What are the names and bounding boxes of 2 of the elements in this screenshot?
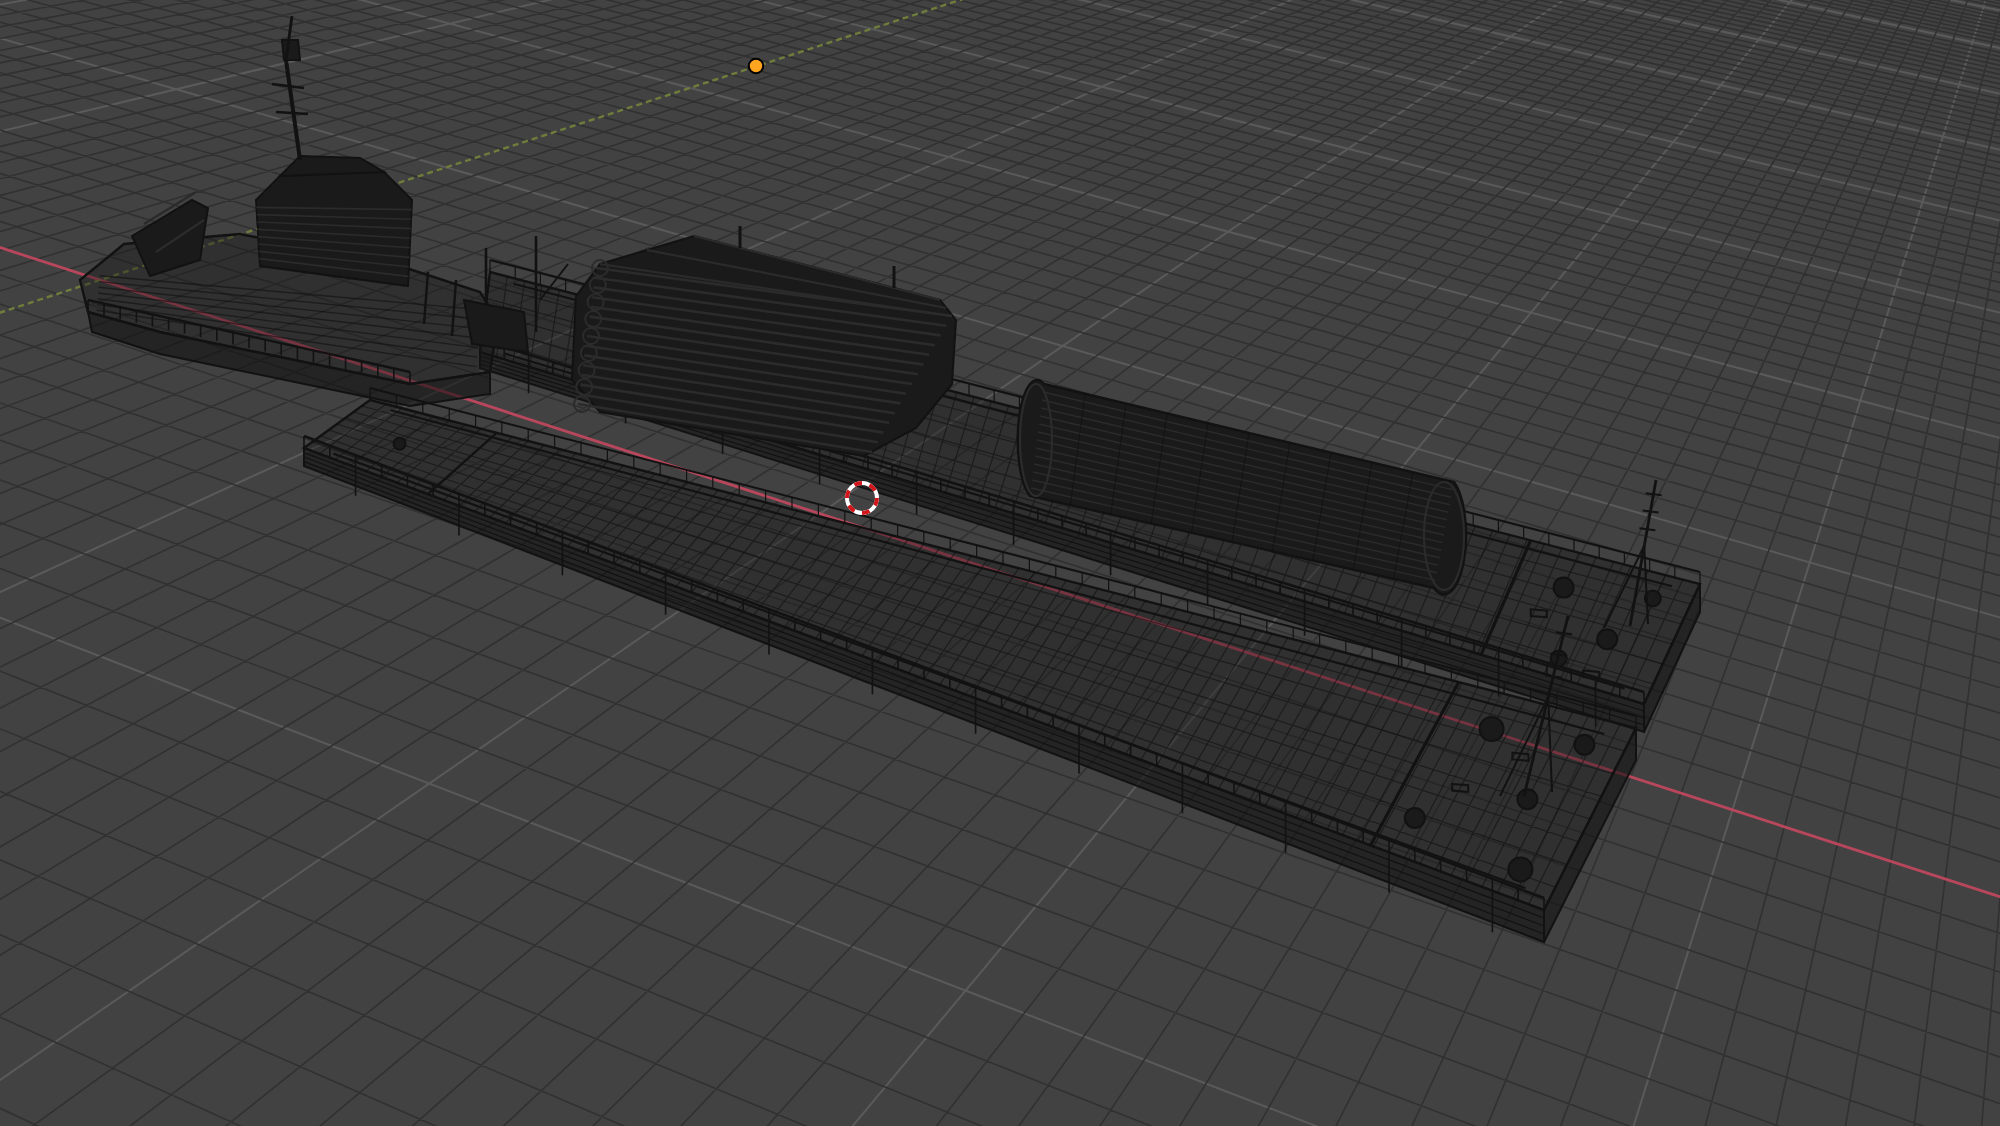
cursor-ring-icon [845,481,879,515]
origin-dot-icon [747,57,765,75]
